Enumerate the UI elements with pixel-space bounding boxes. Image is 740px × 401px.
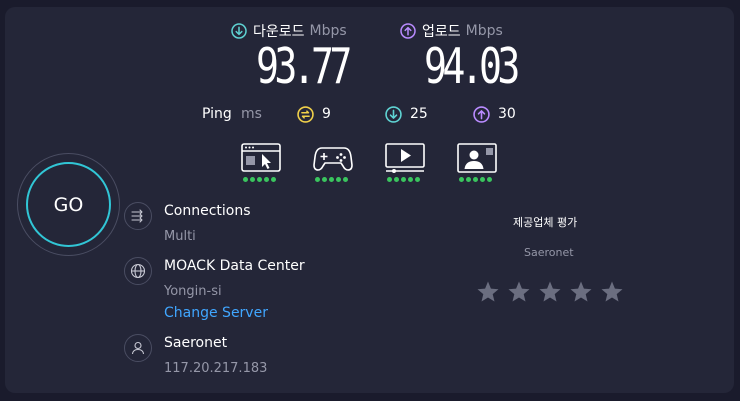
rating-dot [336, 177, 341, 182]
star-icon[interactable] [476, 280, 500, 304]
rating-dot [271, 177, 276, 182]
web-browsing-rating [243, 177, 276, 182]
rating-dot [322, 177, 327, 182]
go-button[interactable]: GO [26, 162, 111, 247]
rating-dot [343, 177, 348, 182]
download-speed-value: 93.77 [256, 38, 352, 95]
rating-dot [243, 177, 248, 182]
person-icon [124, 334, 152, 362]
star-icon[interactable] [600, 280, 624, 304]
star-icon[interactable] [507, 280, 531, 304]
ping-download-value: 25 [410, 106, 428, 122]
rating-dot [408, 177, 413, 182]
connections-title: Connections [164, 203, 251, 219]
arrow-up-circle-icon [473, 106, 490, 123]
person-outline-icon [131, 341, 145, 355]
rating-dot [466, 177, 471, 182]
server-location: Yongin-si [164, 284, 222, 299]
ping-idle-icon [297, 106, 314, 123]
rating-dot [394, 177, 399, 182]
rating-dot [387, 177, 392, 182]
download-unit: Mbps [309, 23, 347, 39]
connections-icon [124, 202, 152, 230]
rating-dot [329, 177, 334, 182]
rating-dot [264, 177, 269, 182]
provider-ip: 117.20.217.183 [164, 361, 268, 376]
connections-value: Multi [164, 229, 196, 244]
rating-dot [257, 177, 262, 182]
video-call-icon [457, 143, 497, 173]
connections-arrows-icon [131, 209, 143, 223]
rating-dot [401, 177, 406, 182]
ping-upload-value: 30 [498, 106, 516, 122]
rating-dot [315, 177, 320, 182]
arrow-down-circle-icon [385, 106, 402, 123]
rating-dot [480, 177, 485, 182]
server-title: MOACK Data Center [164, 258, 305, 274]
rating-dot [487, 177, 492, 182]
video-call-rating [459, 177, 492, 182]
upload-unit: Mbps [465, 23, 503, 39]
star-icon[interactable] [569, 280, 593, 304]
rating-dot [459, 177, 464, 182]
globe-icon [124, 257, 152, 285]
rating-dot [415, 177, 420, 182]
video-streaming-rating [387, 177, 420, 182]
globe-lines-icon [130, 263, 146, 279]
change-server-link[interactable]: Change Server [164, 305, 268, 321]
gaming-rating [315, 177, 348, 182]
upload-speed-value: 94.03 [424, 38, 520, 95]
rating-title: 제공업체 평가 [513, 216, 578, 229]
ping-unit: ms [241, 106, 262, 122]
arrow-down-circle-icon [231, 23, 247, 39]
ping-idle-value: 9 [322, 106, 331, 122]
provider-title: Saeronet [164, 335, 228, 351]
video-streaming-icon [385, 143, 425, 173]
rating-provider: Saeronet [524, 246, 574, 259]
web-browsing-icon [241, 143, 281, 172]
star-icon[interactable] [538, 280, 562, 304]
gamepad-icon [313, 147, 353, 171]
rating-dot [250, 177, 255, 182]
rating-dot [473, 177, 478, 182]
rating-stars [476, 280, 624, 304]
ping-label: Ping [202, 106, 232, 122]
arrow-up-circle-icon [400, 23, 416, 39]
